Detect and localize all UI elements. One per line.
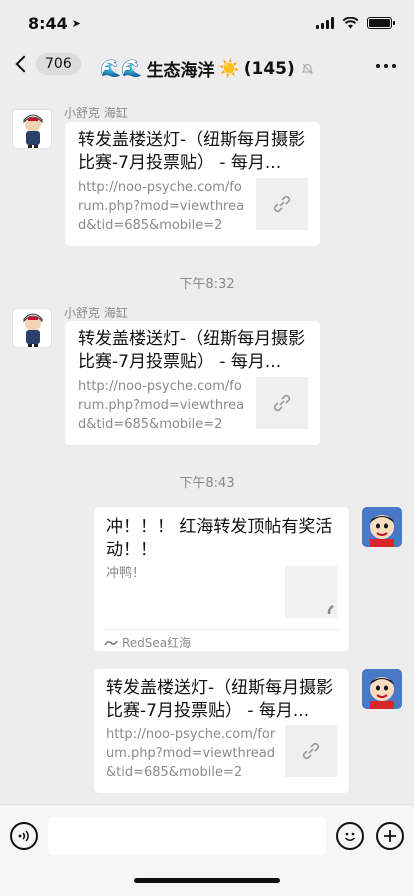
message-timestamp: 下午8:32 [179,277,235,292]
cartoon-boy-avatar-icon [362,507,402,547]
link-thumbnail [285,566,337,618]
link-card-url: http://noo-psyche.com/forum.php?mod=view… [78,379,245,432]
avatar[interactable] [12,308,52,348]
dot [392,64,396,68]
loading-spinner-icon [327,604,334,615]
more-functions-button[interactable] [376,822,404,850]
link-card-title: 转发盖楼送灯-（纽斯每月摄影比赛-7月投票贴） - 每月... [78,130,306,173]
location-arrow-icon: ➤ [71,16,82,30]
voice-input-button[interactable] [10,822,38,850]
status-bar: 8:44 ➤ [0,0,414,46]
link-card-message[interactable]: 转发盖楼送灯-（纽斯每月摄影比赛-7月投票贴） - 每月... http://n… [65,321,320,445]
wifi-icon [342,17,359,29]
message-input[interactable] [48,817,326,855]
link-card-message-own[interactable]: 冲！！！ 红海转发顶帖有奖活 动！！ 冲鸭！ RedSea红海 [94,507,349,651]
link-source: RedSea红海 [104,629,339,651]
my-avatar[interactable] [362,507,402,547]
link-card-url: http://noo-psyche.com/forum.php?mod=view… [78,180,245,233]
link-thumbnail [256,178,308,230]
group-name: 生态海洋 [146,61,215,81]
link-card-url: http://noo-psyche.com/forum.php?mod=view… [106,727,276,780]
cartoon-pilot-avatar-icon [23,313,43,347]
link-icon [302,742,320,760]
link-thumbnail [285,725,337,777]
emoji-icon [344,832,356,841]
wave-emoji-icon: 🌊🌊 [100,58,143,79]
link-thumbnail [256,377,308,429]
cellular-signal-icon [316,17,334,29]
plus-icon [384,830,396,842]
chat-title[interactable]: 🌊🌊 生态海洋 ☀️ (145) [0,56,414,81]
cartoon-pilot-avatar-icon [23,114,43,148]
sender-name: 小舒克 海缸 [64,306,128,320]
member-count: (145) [243,58,295,79]
home-indicator [134,878,280,883]
sender-name: 小舒克 海缸 [64,106,128,120]
link-card-title-line2: 动！！ [106,540,157,560]
cartoon-boy-avatar-icon [362,669,402,709]
link-source-name: RedSea红海 [122,636,192,650]
dot [376,64,380,68]
link-card-message-own[interactable]: 转发盖楼送灯-（纽斯每月摄影比赛-7月投票贴） - 每月... http://n… [94,669,349,793]
dot [384,64,388,68]
clock: 8:44 [28,13,68,33]
link-card-title: 转发盖楼送灯-（纽斯每月摄影比赛-7月投票贴） - 每月... [78,329,306,372]
voice-icon [18,830,29,842]
link-icon [273,195,291,213]
link-card-desc: 冲鸭！ [106,566,146,581]
sun-emoji-icon: ☀️ [218,58,240,79]
battery-icon [367,17,395,29]
avatar[interactable] [12,109,52,149]
status-icons [316,17,395,29]
mute-bell-icon [301,63,314,75]
status-time: 8:44 ➤ [28,14,81,33]
link-icon [273,394,291,412]
link-card-title-line1: 冲！！！ 红海转发顶帖有奖活 [106,517,333,537]
chat-nav-bar: 706 🌊🌊 生态海洋 ☀️ (145) [0,46,414,88]
emoji-button[interactable] [336,822,364,850]
my-avatar[interactable] [362,669,402,709]
more-options-button[interactable] [376,64,396,68]
link-card-message[interactable]: 转发盖楼送灯-（纽斯每月摄影比赛-7月投票贴） - 每月... http://n… [65,122,320,246]
source-logo-icon [104,640,118,645]
message-timestamp: 下午8:43 [179,476,235,491]
link-card-title: 转发盖楼送灯-（纽斯每月摄影比赛-7月投票贴） - 每月... [106,678,334,721]
